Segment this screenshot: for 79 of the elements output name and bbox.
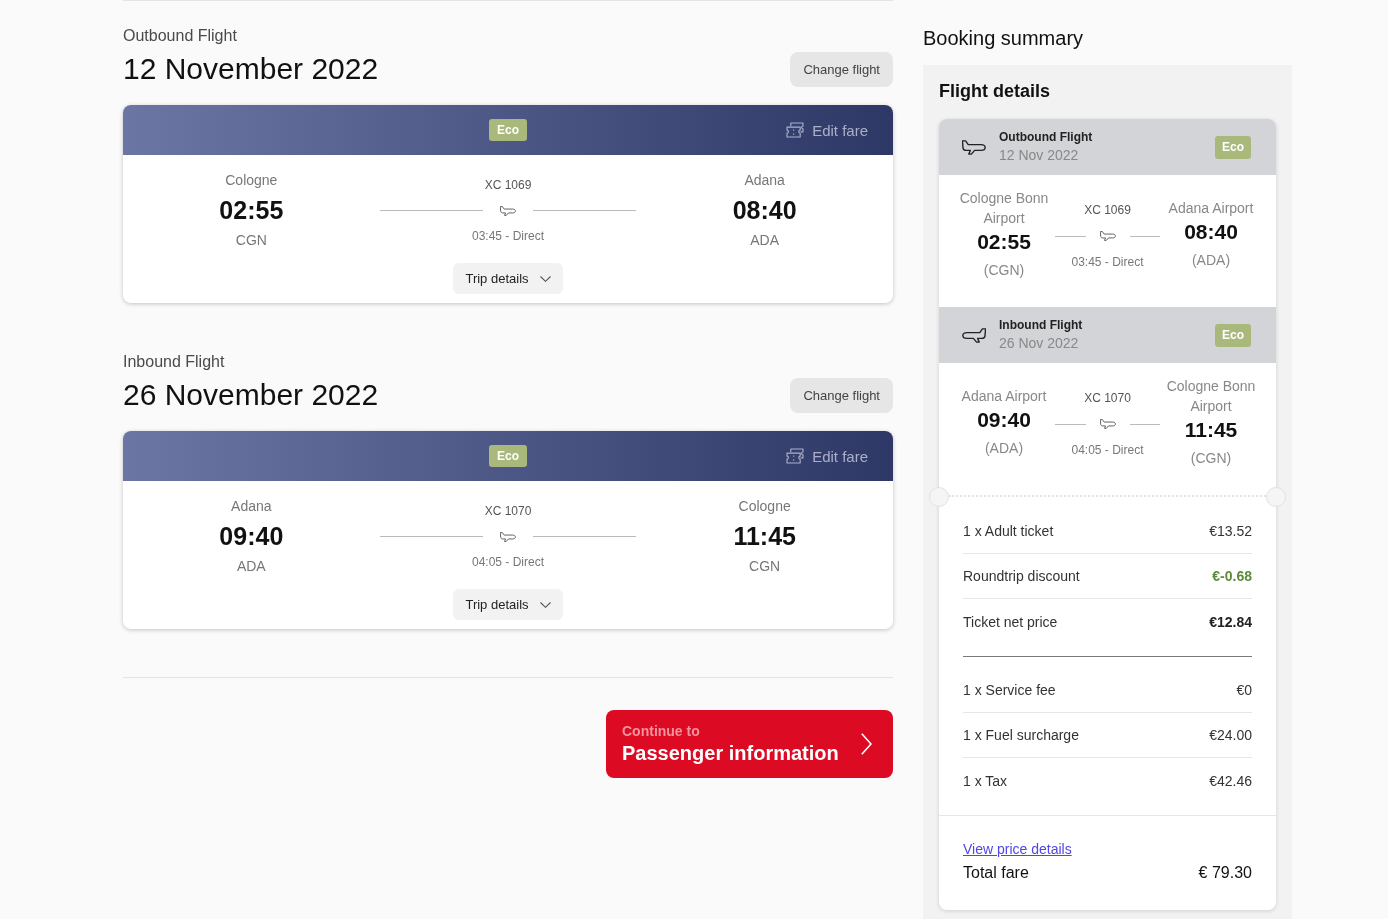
arrival-time: 11:45 <box>1184 417 1238 443</box>
airport-name: Adana Airport <box>1167 199 1255 218</box>
flight-number: XC 1070 <box>484 502 532 520</box>
summary-title: Booking summary <box>923 26 1084 51</box>
flight-number: XC 1070 <box>1084 390 1131 407</box>
price-label: 1 x Service fee <box>963 682 1056 698</box>
flight-heading: Outbound Flight <box>123 26 237 46</box>
flight-date: 12 November 2022 <box>123 51 379 87</box>
price-amount: €13.52 <box>1209 523 1252 539</box>
price-label: 1 x Fuel surcharge <box>963 727 1079 743</box>
plane-icon <box>962 139 986 155</box>
change-flight-button[interactable]: Change flight <box>790 377 893 413</box>
change-flight-button[interactable]: Change flight <box>790 51 893 87</box>
plane-icon <box>962 327 986 343</box>
price-amount: €24.00 <box>1209 727 1252 743</box>
price-amount: €-0.68 <box>1212 568 1252 584</box>
trip-details-button[interactable]: Trip details <box>453 263 563 294</box>
fare-badge: Eco <box>1215 135 1251 159</box>
plane-icon <box>500 205 516 216</box>
departure-time: 02:55 <box>219 195 284 226</box>
price-label: Ticket net price <box>963 613 1058 630</box>
flight-number: XC 1069 <box>484 176 532 194</box>
flight-date: 26 November 2022 <box>123 377 379 413</box>
airport-code: (CGN) <box>1190 449 1232 468</box>
flight-duration: 04:05 - Direct <box>471 553 544 571</box>
total-label: Total fare <box>963 863 1029 883</box>
chevron-down-icon <box>539 601 551 608</box>
section-title: Flight details <box>939 80 1050 103</box>
plane-icon <box>1099 231 1116 241</box>
tickets-icon <box>786 122 805 138</box>
flight-heading: Inbound Flight <box>999 317 1083 334</box>
edit-fare-button[interactable]: Edit fare <box>786 447 868 465</box>
city-name: Cologne <box>225 171 278 190</box>
flight-duration: 03:45 - Direct <box>471 227 544 245</box>
departure-time: 09:40 <box>977 407 1031 433</box>
flight-heading: Inbound Flight <box>123 352 225 372</box>
flight-duration: 03:45 - Direct <box>1071 254 1144 271</box>
tickets-icon <box>786 448 805 464</box>
total-amount: € 79.30 <box>1198 863 1252 883</box>
airport-code: (CGN) <box>983 261 1025 280</box>
airport-name: Cologne Bonn Airport <box>1165 377 1257 416</box>
flight-duration: 04:05 - Direct <box>1071 442 1144 459</box>
flight-number: XC 1069 <box>1084 202 1131 219</box>
price-label: 1 x Tax <box>963 772 1008 789</box>
price-details-link[interactable]: View price details <box>963 839 1072 859</box>
city-name: Cologne <box>738 497 791 516</box>
continue-button[interactable]: Continue to Passenger information <box>606 710 893 778</box>
arrival-time: 11:45 <box>733 521 796 552</box>
fare-badge: Eco <box>489 445 527 467</box>
price-label: Roundtrip discount <box>963 568 1080 584</box>
airport-code: ADA <box>236 557 266 576</box>
airport-code: (ADA) <box>984 439 1024 458</box>
airport-code: ADA <box>750 231 780 250</box>
flight-date: 26 Nov 2022 <box>999 334 1080 353</box>
flight-date: 12 Nov 2022 <box>999 146 1080 165</box>
airport-code: CGN <box>235 231 267 250</box>
arrival-time: 08:40 <box>732 195 797 226</box>
chevron-down-icon <box>539 275 551 282</box>
trip-details-button[interactable]: Trip details <box>453 589 563 620</box>
plane-icon <box>1099 419 1116 429</box>
chevron-right-icon <box>861 733 872 755</box>
price-amount: €0 <box>1236 682 1252 698</box>
price-label: 1 x Adult ticket <box>963 523 1054 539</box>
city-name: Adana <box>744 171 785 190</box>
airport-code: CGN <box>749 557 781 576</box>
fare-badge: Eco <box>489 119 527 141</box>
flight-heading: Outbound Flight <box>999 129 1093 146</box>
price-amount: €12.84 <box>1209 613 1252 630</box>
airport-name: Cologne Bonn Airport <box>958 189 1050 228</box>
airport-code: (ADA) <box>1191 251 1231 270</box>
price-amount: €42.46 <box>1209 772 1252 789</box>
departure-time: 02:55 <box>977 229 1031 255</box>
edit-fare-button[interactable]: Edit fare <box>786 121 868 139</box>
departure-time: 09:40 <box>219 521 284 552</box>
fare-badge: Eco <box>1215 323 1251 347</box>
city-name: Adana <box>231 497 272 516</box>
airport-name: Adana Airport <box>960 387 1048 406</box>
plane-icon <box>500 531 516 542</box>
arrival-time: 08:40 <box>1184 219 1238 245</box>
